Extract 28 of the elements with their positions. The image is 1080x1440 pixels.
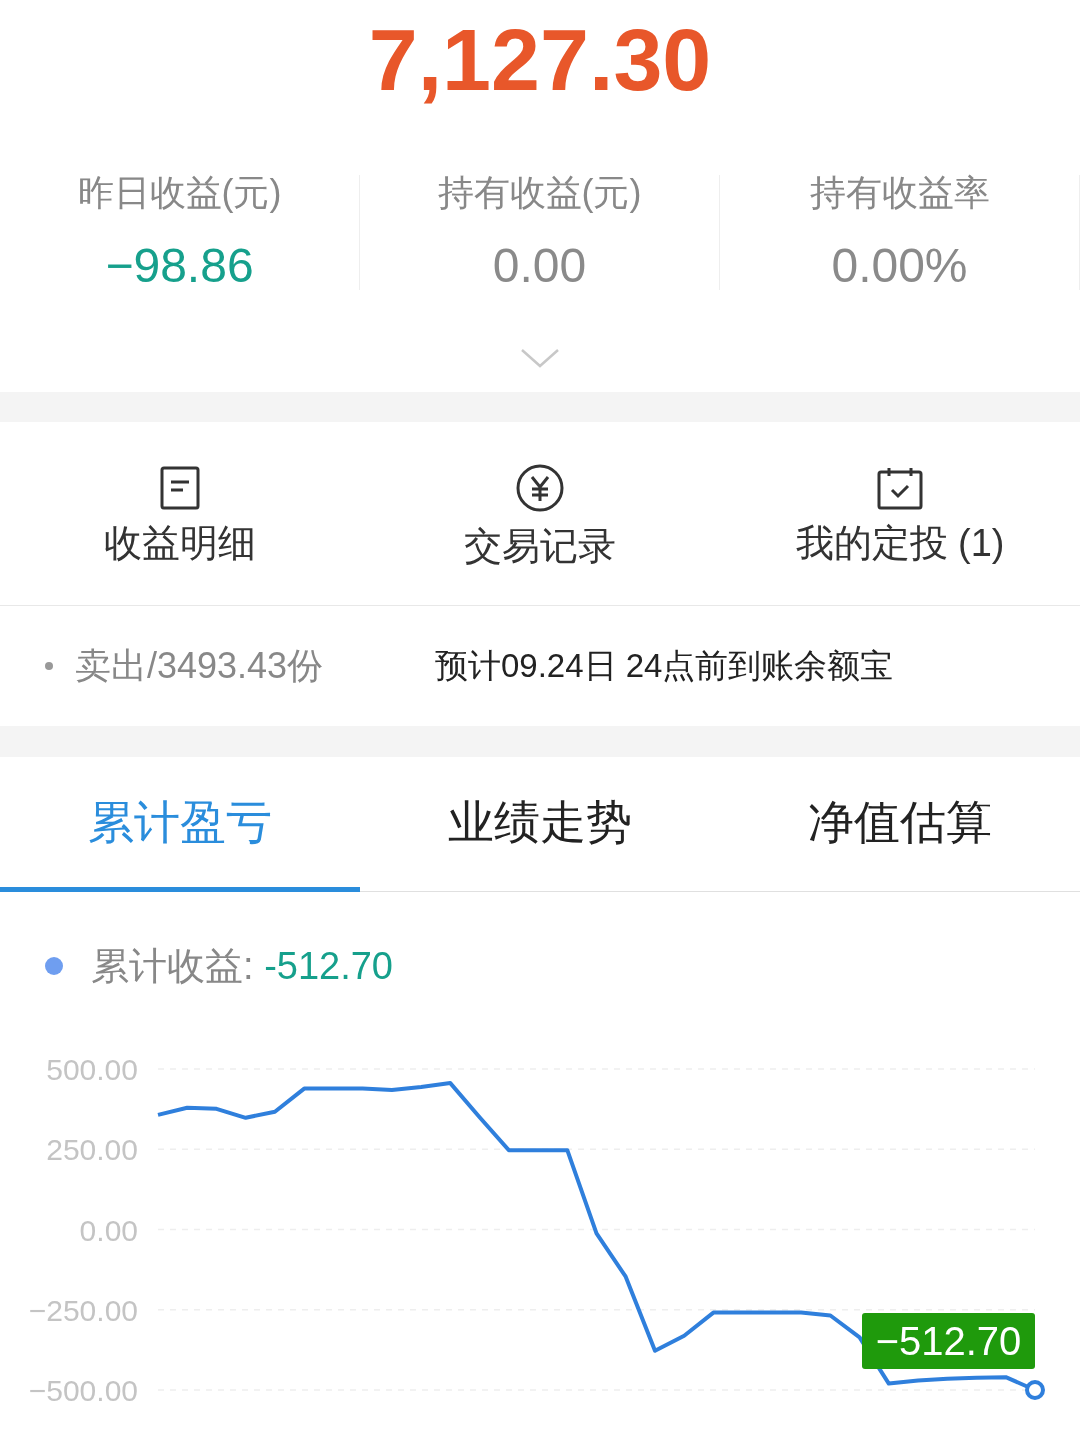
axis-tick-label: 500.00 [46, 1053, 138, 1086]
axis-tick-label: 250.00 [46, 1133, 138, 1167]
document-icon [160, 465, 200, 510]
data-point-marker [1025, 1380, 1045, 1400]
calendar-icon [876, 465, 924, 510]
legend-value: -512.70 [264, 943, 393, 989]
yen-icon [515, 462, 565, 513]
total-amount: 7,127.30 [368, 16, 712, 104]
transaction-status: 卖出/3493.43份 [75, 644, 325, 688]
stat-label: 昨日收益(元) [77, 175, 282, 211]
stat-value: 0.00% [831, 242, 968, 290]
chart-tab[interactable]: 累计盈亏 [0, 757, 360, 892]
stat-value: 0.00 [492, 242, 587, 290]
chart-tab[interactable]: 净值估算 [720, 757, 1080, 892]
stat-value: −98.86 [105, 242, 254, 290]
chevron-down-icon[interactable] [520, 348, 560, 368]
chart-tab[interactable]: 业绩走势 [360, 757, 720, 892]
stat-label: 持有收益(元) [437, 175, 642, 211]
shortcut-button[interactable]: 收益明细 [0, 422, 360, 605]
axis-tick-label: −250.00 [28, 1293, 138, 1327]
legend-label: 累计收益: [91, 943, 255, 989]
axis-tick-label: 0.00 [79, 1213, 138, 1247]
shortcut-button[interactable]: 交易记录 [360, 422, 720, 605]
shortcut-button[interactable]: 我的定投 (1) [720, 422, 1080, 605]
axis-tick-label: −500.00 [28, 1374, 138, 1407]
value-tooltip: −512.70 [862, 1313, 1035, 1369]
arrival-note: 预计09.24日 24点前到账余额宝 [435, 646, 894, 687]
stat-label: 持有收益率 [809, 175, 990, 211]
